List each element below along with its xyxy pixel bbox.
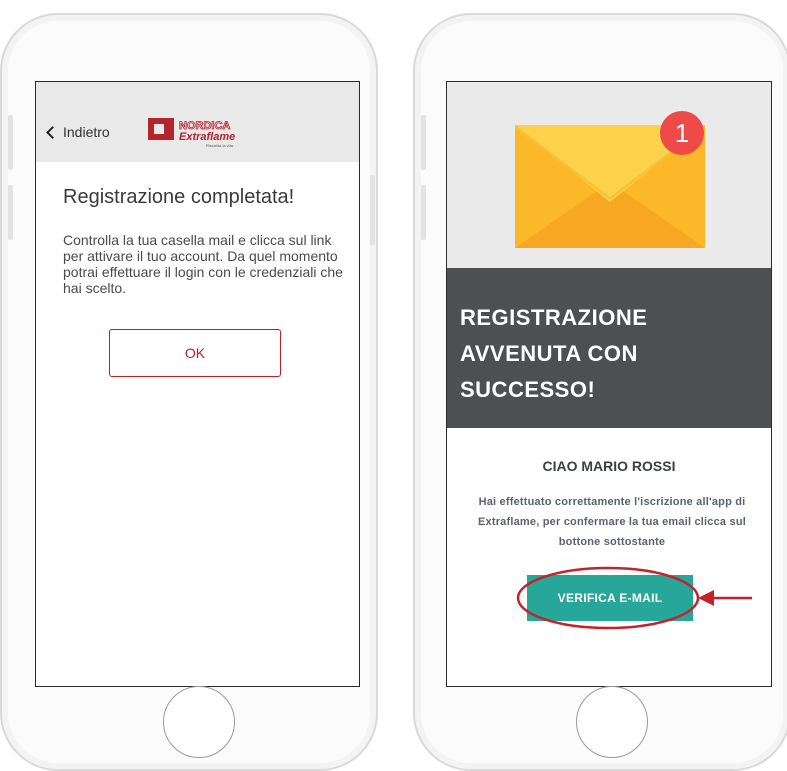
notification-badge-icon: 1 xyxy=(660,111,704,155)
ok-button[interactable]: OK xyxy=(109,329,281,377)
email-hero: 1 xyxy=(447,82,771,268)
confirmation-message: Hai effettuato correttamente l'iscrizion… xyxy=(477,496,746,548)
greeting-heading: CIAO MARIO ROSSI xyxy=(542,458,676,474)
left-phone-side-button xyxy=(8,185,13,240)
left-phone-screen: Indietro NORDICA Extraflame Riscalda la … xyxy=(35,81,360,687)
left-phone-side-button xyxy=(370,175,375,245)
left-phone-side-button xyxy=(8,115,13,170)
success-banner-title: REGISTRAZIONE AVVENUTA CON SUCCESSO! xyxy=(460,305,648,402)
app-header: Indietro NORDICA Extraflame Riscalda la … xyxy=(36,82,359,162)
back-label: Indietro xyxy=(63,124,110,140)
chevron-left-icon xyxy=(46,126,59,139)
registration-instructions: Controlla la tua casella mail e clicca s… xyxy=(63,232,343,296)
svg-text:1: 1 xyxy=(675,118,689,148)
right-phone-screen: 1 REGISTRAZIONE AVVENUTA CON SUCCESSO! C… xyxy=(446,81,772,687)
svg-text:Extraflame: Extraflame xyxy=(179,131,235,143)
right-phone-side-button xyxy=(421,185,426,240)
verify-email-button[interactable]: VERIFICA E-MAIL xyxy=(527,575,693,621)
registration-title: Registrazione completata! xyxy=(63,186,295,208)
svg-text:Riscalda la vita.: Riscalda la vita. xyxy=(206,143,234,148)
nordica-extraflame-logo: NORDICA Extraflame Riscalda la vita. xyxy=(148,118,235,148)
left-home-button-icon[interactable] xyxy=(163,686,235,758)
right-phone-side-button xyxy=(421,115,426,170)
right-home-button-icon[interactable] xyxy=(576,686,648,758)
back-button[interactable]: Indietro xyxy=(46,124,110,140)
